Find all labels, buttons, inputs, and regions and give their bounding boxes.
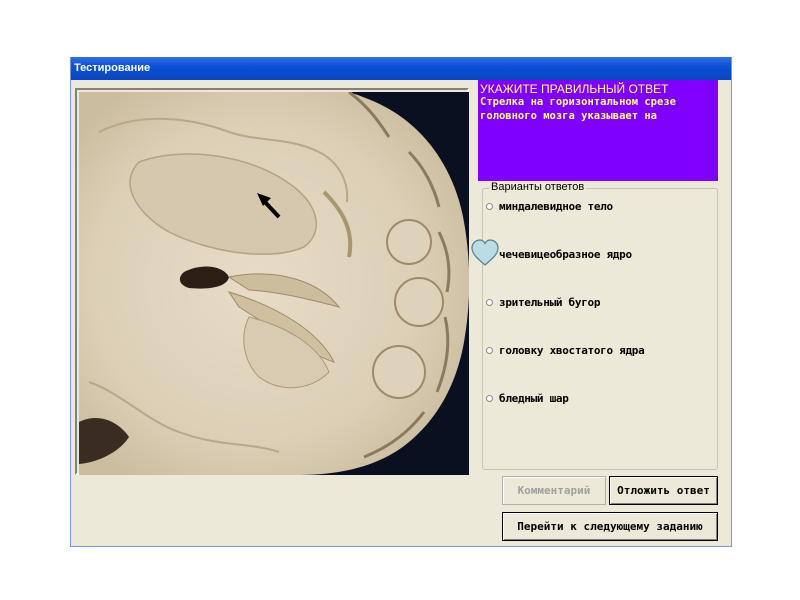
radio-button[interactable] [486, 298, 493, 306]
radio-button[interactable] [486, 394, 493, 402]
image-frame [75, 88, 469, 475]
answer-option-4[interactable]: головку хвостатого ядра [483, 341, 645, 359]
answer-label: миндалевидное тело [499, 199, 613, 213]
heart-cursor-icon [471, 239, 499, 266]
answers-legend: Варианты ответов [489, 181, 587, 193]
answer-label: головку хвостатого ядра [499, 343, 645, 357]
answer-label: чечевицеобразное ядро [499, 247, 632, 261]
question-header: УКАЖИТЕ ПРАВИЛЬНЫЙ ОТВЕТ [480, 82, 669, 96]
answer-label: бледный шар [499, 391, 569, 405]
question-line-1: Стрелка на горизонтальном срезе [480, 96, 676, 108]
radio-button[interactable] [486, 346, 493, 354]
question-line-2: головного мозга указывает на [480, 110, 658, 122]
test-window: Тестирование УКАЖИТЕ ПРАВИЛЬНЫЙ ОТВЕТ Ст… [70, 57, 732, 547]
question-text: Стрелка на горизонтальном срезе головног… [480, 95, 716, 123]
radio-button[interactable] [486, 202, 493, 210]
answer-option-1[interactable]: миндалевидное тело [483, 197, 613, 215]
window-title: Тестирование [71, 57, 731, 80]
answer-option-3[interactable]: зрительный бугор [483, 293, 600, 311]
answer-label: зрительный бугор [499, 295, 601, 309]
comment-button[interactable]: Комментарий [502, 476, 606, 505]
postpone-answer-button[interactable]: Отложить ответ [609, 476, 718, 505]
brain-section-image [79, 92, 469, 475]
next-question-button[interactable]: Перейти к следующему заданию [502, 512, 718, 541]
question-panel: УКАЖИТЕ ПРАВИЛЬНЫЙ ОТВЕТ Стрелка на гори… [478, 80, 718, 181]
answer-option-2[interactable]: чечевицеобразное ядро [471, 239, 632, 266]
answer-option-5[interactable]: бледный шар [483, 389, 569, 407]
answers-groupbox: Варианты ответов миндалевидное тело чече… [471, 181, 718, 470]
